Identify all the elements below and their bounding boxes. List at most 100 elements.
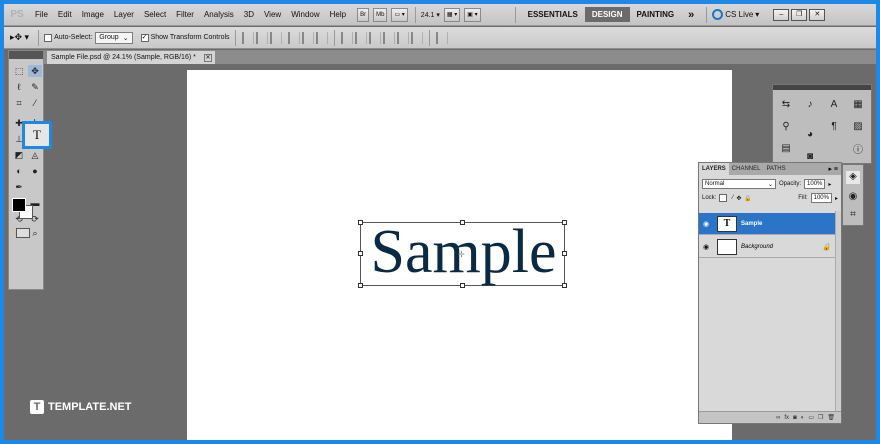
workspace-painting[interactable]: PAINTING [630,7,682,22]
menu-file[interactable]: File [30,10,53,19]
fill-input[interactable]: 100% [810,193,832,203]
toolbox-header[interactable] [9,51,43,59]
document-tab[interactable]: Sample File.psd @ 24.1% (Sample, RGB/16)… [47,51,215,64]
minibridge-button[interactable]: Mb [373,7,388,22]
dock-header[interactable] [773,85,871,90]
move-tool-icon[interactable]: ▸✥ ▾ [10,32,29,43]
tool-presets-icon[interactable]: ⇆ [779,99,793,112]
extras-icon[interactable]: ▭ ▾ [391,7,408,22]
distribute-left-icon[interactable] [382,31,395,44]
character-icon[interactable]: A [827,99,841,112]
paragraph-icon[interactable]: ¶ [827,121,841,134]
zoom-tool-icon[interactable]: ⌕ [28,227,42,239]
pen-tool-icon[interactable]: ✒ [12,181,26,193]
document-canvas[interactable]: Sample ✛ [187,70,732,440]
workspace-essentials[interactable]: ESSENTIALS [521,7,585,22]
transform-bounding-box[interactable]: Sample ✛ [358,218,567,288]
transform-handle[interactable] [358,220,363,225]
dodge-tool-icon[interactable]: ● [28,165,42,177]
group-icon[interactable]: ▭ [808,414,814,421]
opacity-slider-icon[interactable]: ▸ [828,181,831,188]
transform-handle[interactable] [460,220,465,225]
adjustment-layer-icon[interactable]: ◐ [801,415,805,421]
lock-all-icon[interactable]: 🔒 [744,195,751,202]
usb-icon[interactable]: ⚲ [779,121,793,134]
quick-select-tool-icon[interactable]: ✎ [28,81,42,93]
visibility-eye-icon[interactable]: ◉ [699,243,713,251]
layer-style-icon[interactable]: fx [784,415,789,421]
eraser-tool-icon[interactable]: ◩ [12,149,26,161]
menu-edit[interactable]: Edit [53,10,77,19]
blend-mode-dropdown[interactable]: Normal ⌄ [702,179,776,189]
menu-select[interactable]: Select [139,10,171,19]
menu-view[interactable]: View [259,10,286,19]
bridge-button[interactable]: Br [357,7,370,22]
crop-tool-icon[interactable]: ⌗ [12,97,26,109]
swatches-icon[interactable]: ▤ [779,143,793,156]
distribute-top-icon[interactable] [340,31,353,44]
align-vcenter-icon[interactable] [255,31,268,44]
transform-handle[interactable] [460,283,465,288]
distribute-hcenter-icon[interactable] [396,31,409,44]
auto-select-dropdown[interactable]: Group ⌄ [95,31,133,44]
align-right-icon[interactable] [315,31,328,44]
layers-scrollbar[interactable] [835,211,841,411]
align-hcenter-icon[interactable] [301,31,314,44]
visibility-eye-icon[interactable]: ◉ [699,220,713,228]
align-top-icon[interactable] [241,31,254,44]
opacity-input[interactable]: 100% [804,179,826,189]
screen-mode-icon[interactable]: ▣ ▾ [464,7,481,22]
lock-position-icon[interactable]: ✥ [736,195,741,202]
auto-align-icon[interactable] [435,31,448,44]
navigator-icon[interactable]: ▨ [851,121,865,134]
type-tool-icon[interactable]: T [22,121,52,149]
menu-analysis[interactable]: Analysis [199,10,239,19]
distribute-bottom-icon[interactable] [368,31,381,44]
menu-window[interactable]: Window [286,10,324,19]
fill-slider-icon[interactable]: ▸ [835,195,838,202]
zoom-level[interactable]: 24.1 ▾ [421,11,440,19]
transform-handle[interactable] [562,220,567,225]
blur-tool-icon[interactable]: ◐ [12,165,26,177]
channels-panel-icon[interactable]: ◉ [846,191,860,204]
distribute-right-icon[interactable] [410,31,423,44]
link-layers-icon[interactable]: ∞ [776,415,780,421]
info-icon[interactable]: ⓘ [851,141,865,156]
close-tab-icon[interactable]: ✕ [204,53,212,62]
arrange-icon[interactable]: ▦ ▾ [443,7,461,22]
workspace-design[interactable]: DESIGN [584,7,630,22]
cs-live-button[interactable]: CS Live ▾ [712,9,759,20]
align-left-icon[interactable] [287,31,300,44]
menu-image[interactable]: Image [77,10,109,19]
transform-handle[interactable] [358,251,363,256]
distribute-vcenter-icon[interactable] [354,31,367,44]
transform-handle[interactable] [562,283,567,288]
lock-transparent-checkbox[interactable] [719,194,728,202]
lasso-tool-icon[interactable]: ℓ [12,81,26,93]
restore-icon[interactable]: ❐ [791,8,808,21]
close-icon[interactable]: ✕ [809,8,826,21]
align-bottom-icon[interactable] [269,31,282,44]
transform-handle[interactable] [562,251,567,256]
transform-handle[interactable] [358,283,363,288]
tab-paths[interactable]: PATHS [763,163,788,175]
tab-channels[interactable]: CHANNEL [729,163,764,175]
delete-layer-icon[interactable]: 🗑 [827,414,835,421]
more-workspaces-icon[interactable]: » [681,6,701,24]
paths-panel-icon[interactable]: ⌗ [846,209,860,222]
marquee-tool-icon[interactable]: ⬚ [12,65,26,77]
eyedropper-tool-icon[interactable]: ⁄ [28,97,42,109]
quick-mask-icon[interactable] [16,228,30,238]
menu-filter[interactable]: Filter [171,10,199,19]
paint-bucket-tool-icon[interactable]: ◬ [28,149,42,161]
move-tool-icon[interactable]: ✥ [28,65,42,77]
layer-row-background[interactable]: ◉ Background 🔒 [699,236,841,258]
minimize-icon[interactable]: – [773,8,790,21]
foreground-color-swatch[interactable] [12,198,26,212]
panel-menu-icon[interactable]: ▸ ≡ [828,165,838,173]
tab-layers[interactable]: LAYERS [699,163,729,175]
lock-pixels-icon[interactable]: ⁄ [732,195,733,201]
layer-row-sample[interactable]: ◉ T Sample [699,213,841,235]
menu-layer[interactable]: Layer [109,10,139,19]
menu-help[interactable]: Help [325,10,351,19]
